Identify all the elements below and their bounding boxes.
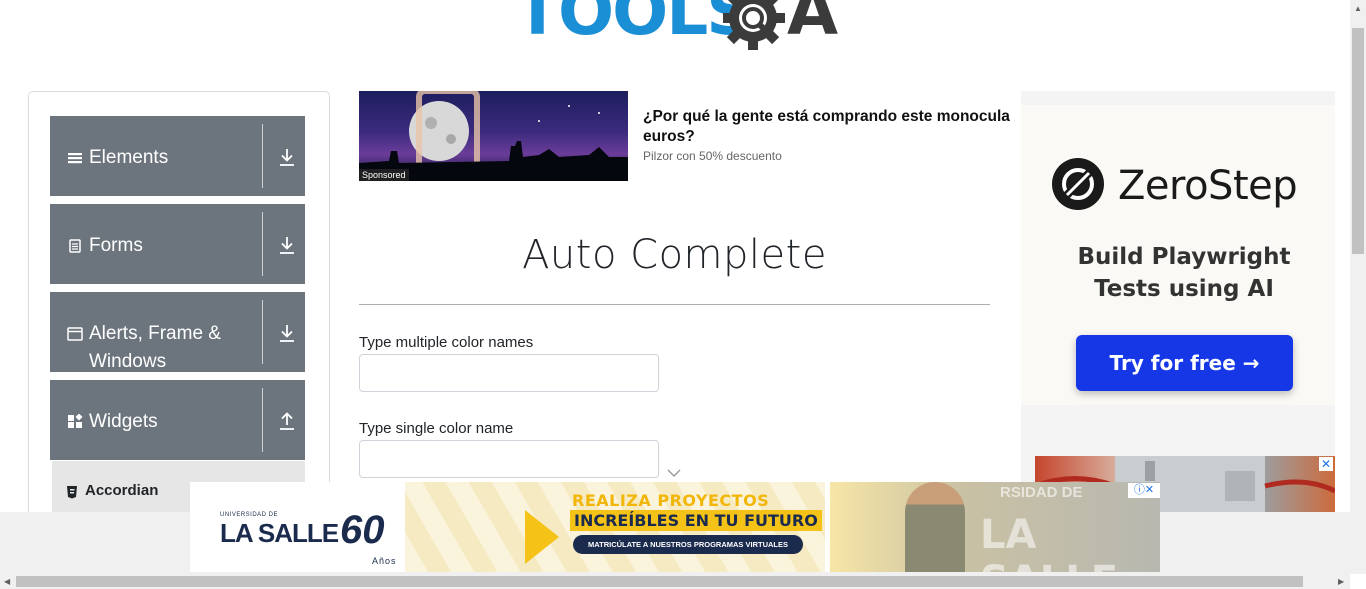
divider: [262, 124, 263, 188]
logo-a-text: A: [787, 0, 839, 50]
multiple-color-label: Type multiple color names: [359, 334, 534, 351]
scroll-up-arrow-icon[interactable]: ▲: [1354, 4, 1362, 14]
logo-tools-text: TOOLS: [515, 0, 754, 50]
left-sidebar: Elements Forms Alerts, Frame & Windows W…: [28, 91, 330, 533]
sidebar-group-label: Forms: [89, 235, 143, 256]
page-title: Auto Complete: [522, 232, 827, 278]
download-arrow-icon[interactable]: [278, 323, 296, 343]
widgets-icon: [68, 414, 83, 428]
sponsored-ad-subtitle[interactable]: Pilzor con 50% descuento: [643, 149, 782, 163]
zerostep-ad-card: ZeroStep Build Playwright Tests using AI…: [1021, 105, 1335, 405]
chevron-down-icon: [667, 469, 681, 477]
horizontal-scrollbar-thumb[interactable]: [16, 576, 1303, 587]
close-ad-button[interactable]: ✕: [1319, 457, 1333, 471]
zerostep-headline-line2: Tests using AI: [1094, 276, 1274, 302]
gear-magnifier-icon: [723, 0, 785, 50]
zerostep-logo-icon: [1052, 158, 1104, 210]
divider: [262, 388, 263, 452]
scroll-left-arrow-icon[interactable]: ◀: [4, 577, 10, 587]
sidebar-group-forms[interactable]: Forms: [50, 204, 305, 284]
single-color-input[interactable]: [359, 440, 659, 478]
sidebar-group-label: Elements: [89, 147, 169, 168]
lasalle-logo: UNIVERSIDAD DE LA SALLE 60 Años: [220, 496, 400, 566]
banner-cta-button[interactable]: MATRICÚLATE A NUESTROS PROGRAMAS VIRTUAL…: [573, 535, 803, 554]
divider: [262, 300, 263, 364]
zerostep-headline-line1: Build Playwright: [1077, 244, 1291, 270]
lasalle-logo-anos: Años: [372, 556, 397, 566]
zerostep-brand: ZeroStep: [1118, 163, 1298, 209]
hamburger-icon: [68, 153, 82, 164]
banner-watermark: LA SALLE: [980, 512, 1118, 572]
sidebar-group-elements[interactable]: Elements: [50, 116, 305, 196]
sidebar-group-alerts[interactable]: Alerts, Frame & Windows: [50, 292, 305, 372]
lasalle-banner-ad[interactable]: UNIVERSIDAD DE LA SALLE 60 Años REALIZA …: [190, 482, 1160, 572]
multiple-color-input[interactable]: [359, 354, 659, 392]
scroll-right-arrow-icon[interactable]: ▶: [1338, 577, 1344, 587]
banner-watermark-small: RSIDAD DE: [1000, 484, 1083, 501]
sponsored-tag: Sponsored: [359, 169, 409, 181]
lasalle-logo-big: LA SALLE: [220, 518, 339, 548]
sponsored-title-line2: euros?: [643, 128, 695, 145]
sidebar-group-widgets[interactable]: Widgets: [50, 380, 305, 460]
banner-photo: RSIDAD DE LA SALLE: [830, 482, 1160, 572]
single-color-label: Type single color name: [359, 420, 514, 437]
sidebar-item-label: Accordian: [85, 482, 159, 499]
upload-arrow-icon[interactable]: [278, 411, 296, 431]
toolsqa-logo[interactable]: TOOLS A: [515, 0, 845, 58]
zerostep-headline: Build Playwright Tests using AI: [1021, 241, 1335, 305]
title-divider: [359, 304, 990, 305]
download-arrow-icon[interactable]: [278, 235, 296, 255]
sidebar-group-label: Widgets: [89, 411, 158, 432]
sponsored-ad-title[interactable]: ¿Por qué la gente está comprando este mo…: [643, 107, 1023, 147]
sponsored-ad-image[interactable]: Sponsored: [359, 91, 628, 181]
sponsored-title-line1: ¿Por qué la gente está comprando este mo…: [643, 108, 1010, 125]
play-triangle-icon: [525, 510, 559, 564]
vertical-scrollbar-thumb[interactable]: [1352, 28, 1364, 254]
banner-headline-1: REALIZA PROYECTOS: [572, 491, 770, 510]
lasalle-logo-years: 60: [340, 508, 385, 552]
sidebar-group-label: Alerts, Frame & Windows: [89, 323, 221, 372]
download-arrow-icon[interactable]: [278, 147, 296, 167]
monocular-photo: [359, 91, 628, 181]
divider: [262, 212, 263, 276]
adchoices-close-icon[interactable]: ⓘ✕: [1128, 483, 1160, 498]
html5-icon: [67, 486, 77, 499]
banner-headline-2: INCREÍBLES EN TU FUTURO: [570, 510, 822, 531]
student-photo: [905, 482, 965, 572]
window-icon: [67, 327, 83, 341]
document-icon: [69, 239, 81, 253]
zerostep-ad[interactable]: ZeroStep Build Playwright Tests using AI…: [1021, 91, 1335, 511]
try-for-free-button[interactable]: Try for free →: [1076, 335, 1293, 391]
